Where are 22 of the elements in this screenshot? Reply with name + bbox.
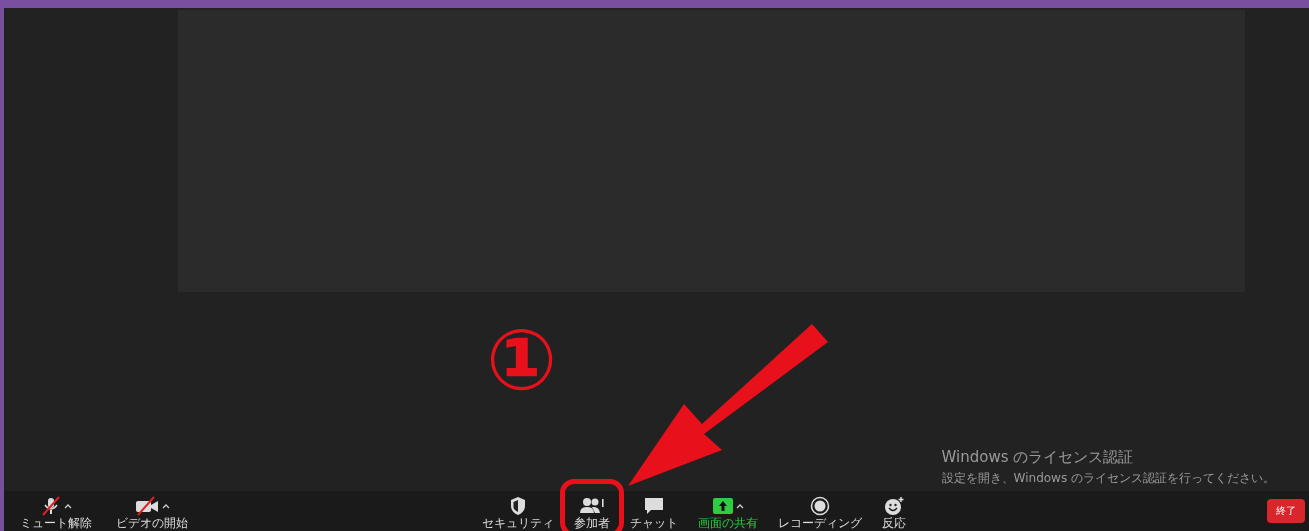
- reactions-button[interactable]: 反応: [880, 491, 908, 531]
- chat-button[interactable]: チャット: [628, 491, 680, 531]
- share-button[interactable]: 画面の共有: [696, 491, 760, 531]
- speech-bubble-icon: [643, 496, 665, 516]
- end-button[interactable]: 終了: [1267, 499, 1305, 523]
- smiley-icon: [883, 496, 905, 516]
- caret-icon[interactable]: [736, 503, 744, 509]
- video-button[interactable]: ビデオの開始: [114, 491, 190, 531]
- record-icon: [810, 496, 830, 516]
- security-button[interactable]: セキュリティ: [480, 491, 556, 531]
- participants-button[interactable]: 参加者: [572, 491, 612, 531]
- shield-icon: [508, 496, 528, 516]
- crossed-camera-icon: [134, 496, 160, 516]
- caret-icon[interactable]: [162, 503, 170, 509]
- people-icon: [579, 496, 605, 516]
- muted-microphone-icon: [40, 496, 62, 516]
- caret-icon[interactable]: [64, 503, 72, 509]
- step-number: ①: [486, 318, 558, 402]
- record-button[interactable]: レコーディング: [776, 491, 864, 531]
- mic-button[interactable]: ミュート解除: [18, 491, 94, 531]
- activation-title: Windows のライセンス認証: [941, 448, 1135, 467]
- activation-message: 設定を開き、Windows のライセンス認証を行ってください。: [941, 470, 1275, 487]
